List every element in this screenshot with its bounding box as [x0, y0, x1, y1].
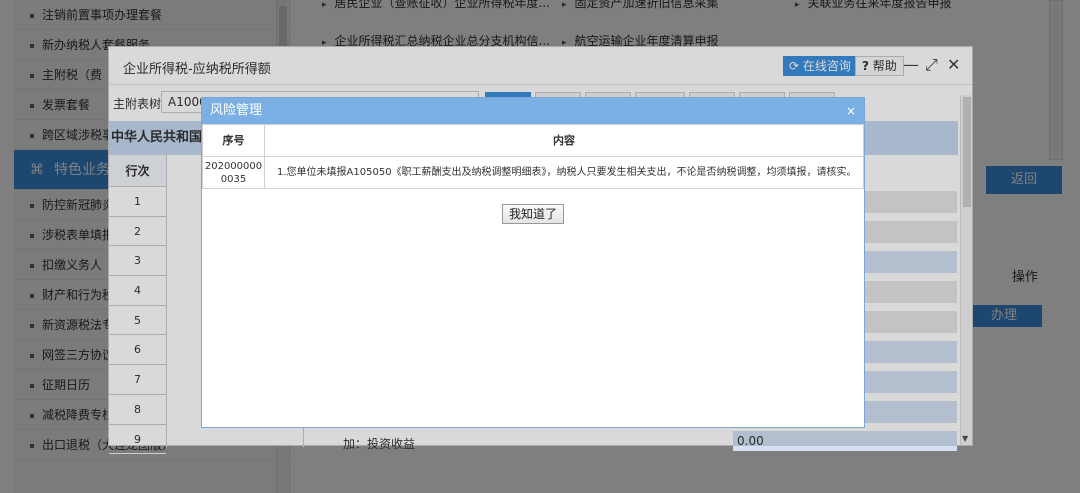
content-column-header: 内容	[264, 124, 864, 157]
seq-column-header: 序号	[202, 124, 265, 157]
risk-management-modal: 风险管理 × 序号 内容 2020000000035 1.您单位未填报A1050…	[201, 97, 865, 428]
risk-seq: 2020000000035	[202, 156, 265, 189]
risk-content: 1.您单位未填报A105050《职工薪酬支出及纳税调整明细表》，纳税人只要发生相…	[264, 156, 864, 189]
risk-table: 序号 内容 2020000000035 1.您单位未填报A105050《职工薪酬…	[202, 124, 864, 189]
acknowledge-button[interactable]: 我知道了	[502, 204, 564, 224]
risk-modal-title: 风险管理	[210, 103, 263, 118]
risk-modal-header: 风险管理 ×	[202, 98, 864, 124]
close-icon[interactable]: ×	[846, 98, 856, 124]
table-row: 2020000000035 1.您单位未填报A105050《职工薪酬支出及纳税调…	[202, 156, 864, 189]
